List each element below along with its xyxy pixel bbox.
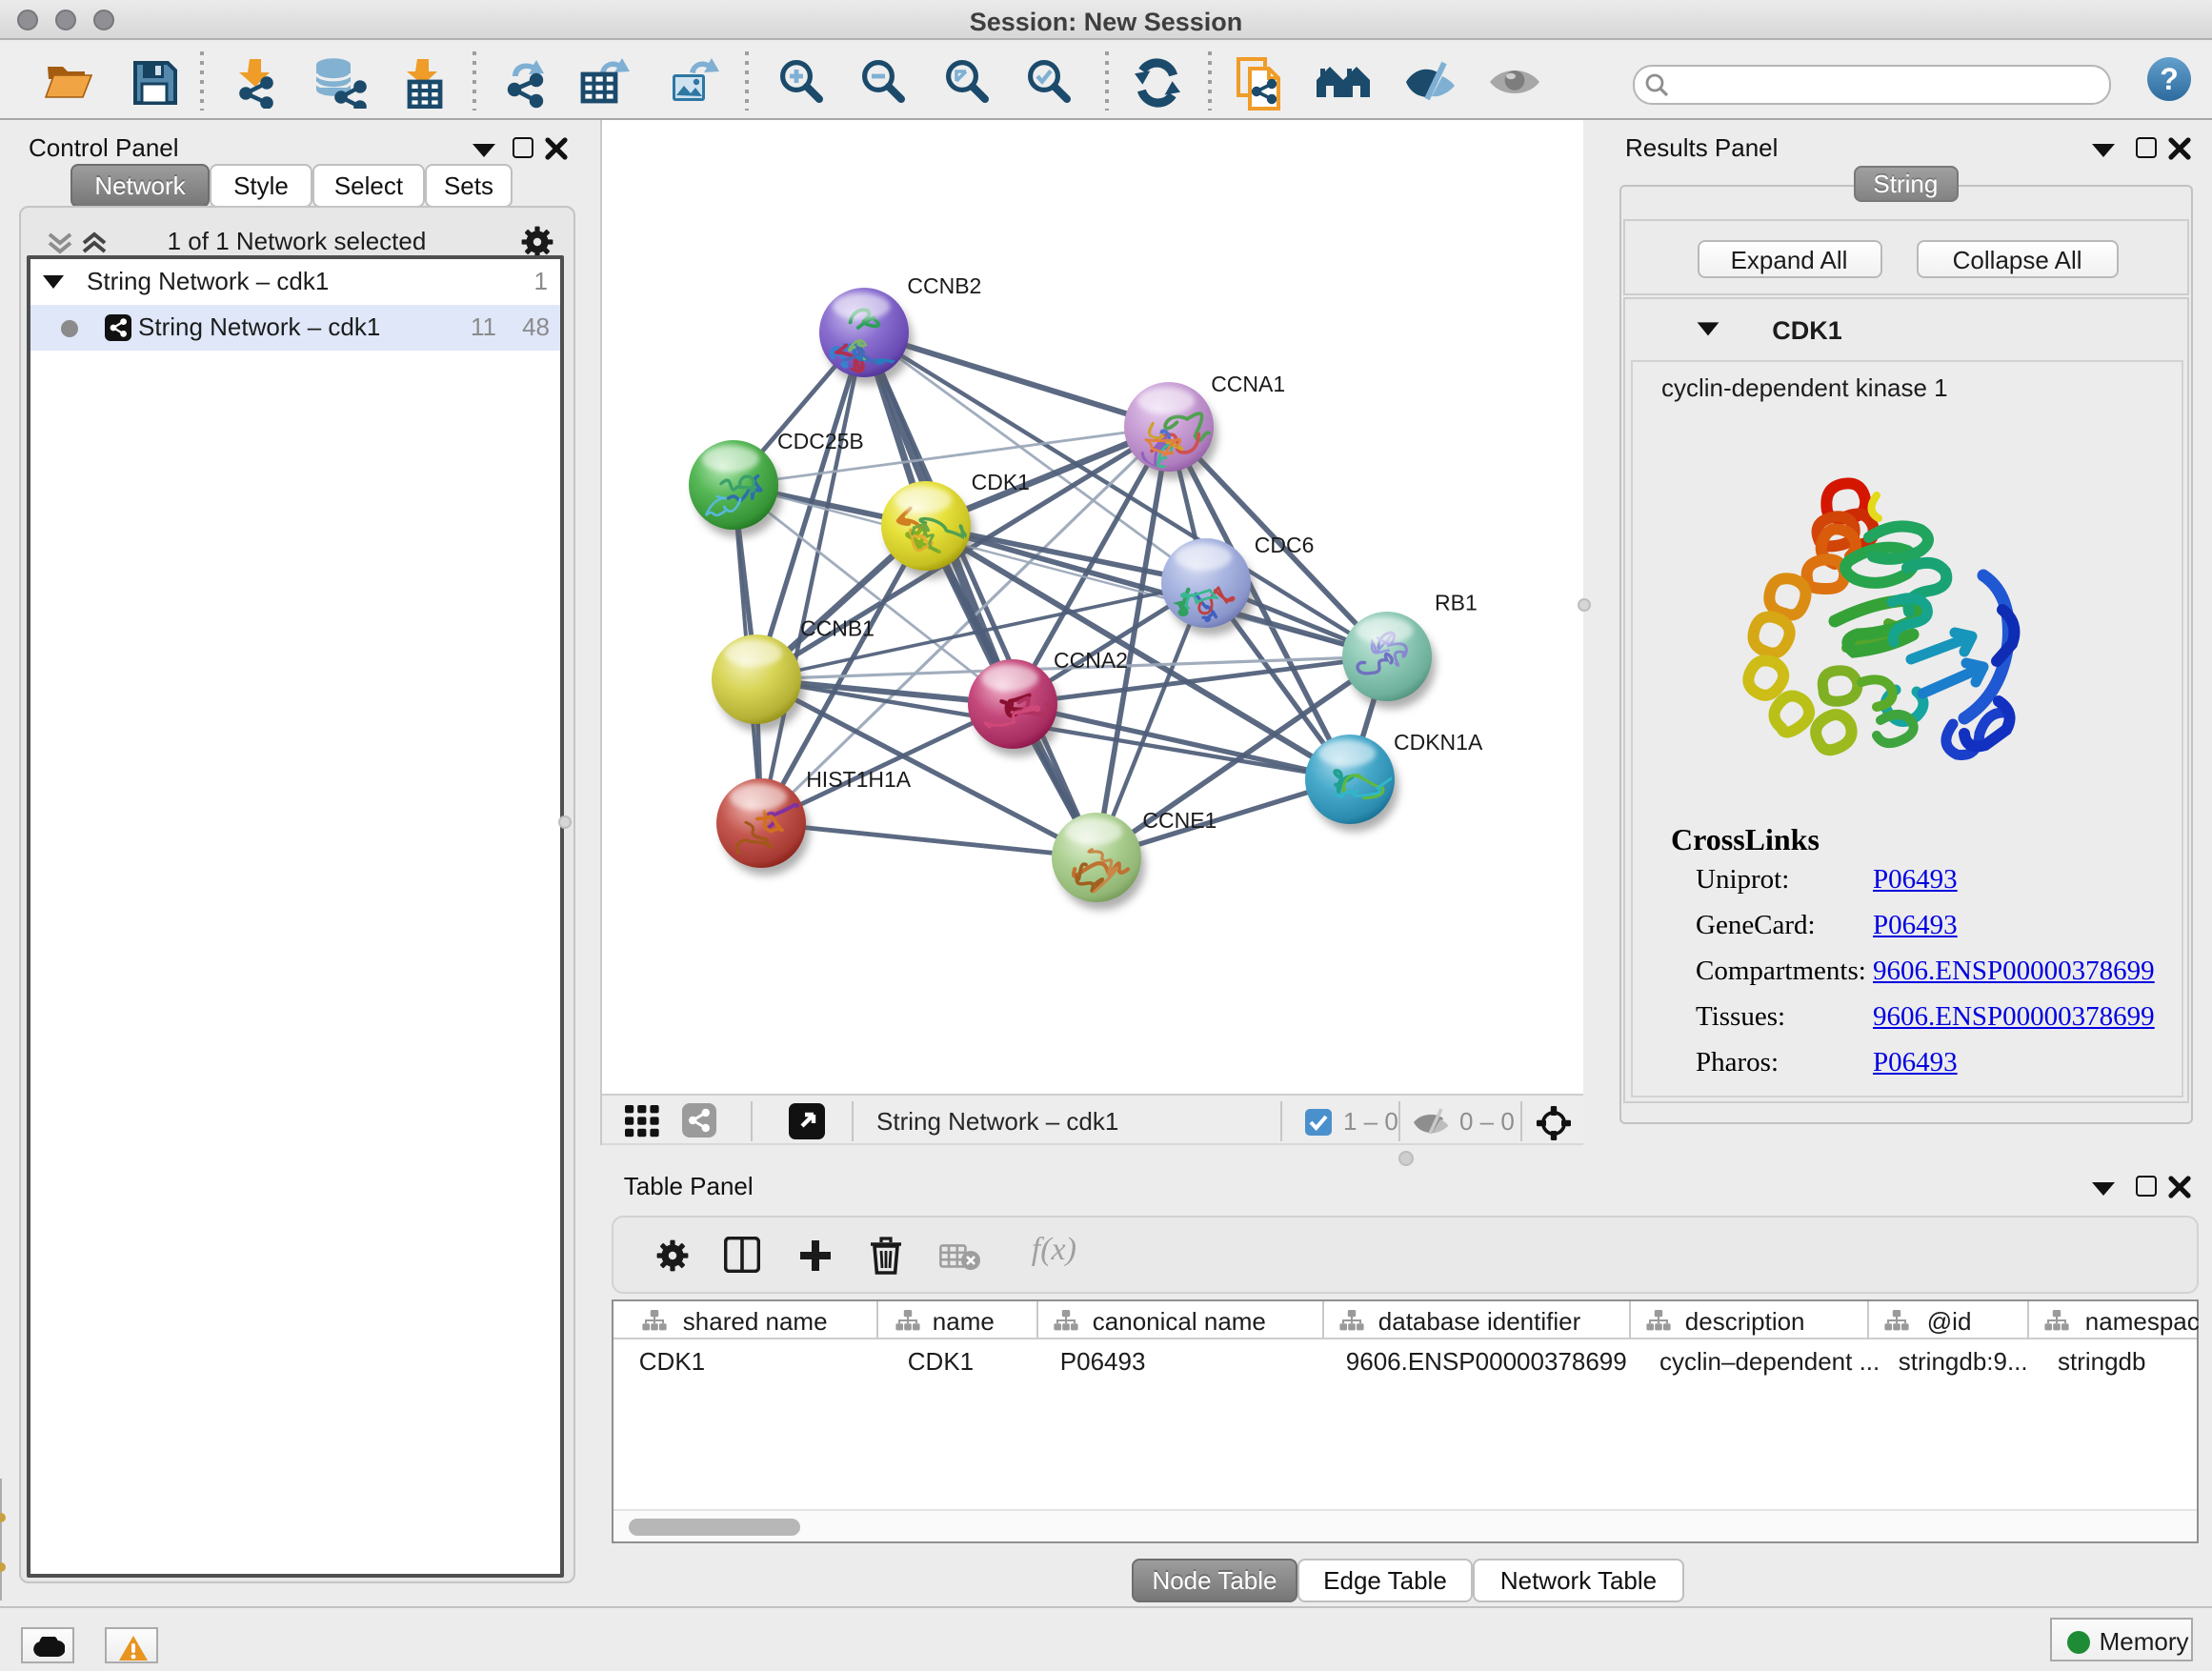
svg-text:?: ? [2160,61,2179,95]
svg-text:CDK1: CDK1 [972,469,1030,493]
svg-text:CCNA2: CCNA2 [1054,647,1128,672]
svg-text:CDKN1A: CDKN1A [1394,729,1483,754]
svg-text:HIST1H1A: HIST1H1A [806,766,912,791]
svg-text:CCNA1: CCNA1 [1211,371,1285,395]
svg-text:CDC6: CDC6 [1255,532,1315,556]
svg-text:CDC25B: CDC25B [777,428,864,453]
svg-text:CCNB2: CCNB2 [907,272,981,297]
svg-text:CCNB1: CCNB1 [800,615,875,640]
svg-text:CCNE1: CCNE1 [1142,807,1217,832]
svg-text:RB1: RB1 [1435,589,1478,614]
